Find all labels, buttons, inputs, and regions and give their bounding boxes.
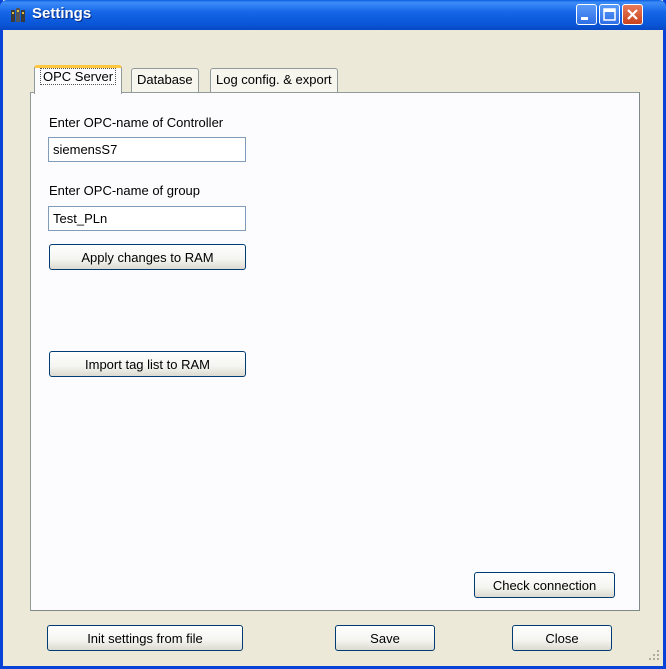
init-settings-button[interactable]: Init settings from file (47, 625, 243, 651)
opc-server-panel: Enter OPC-name of Controller siemensS7 E… (30, 92, 640, 611)
tab-log-config-export[interactable]: Log config. & export (210, 68, 338, 92)
controller-name-label: Enter OPC-name of Controller (49, 115, 224, 130)
close-icon (627, 9, 638, 20)
group-name-label: Enter OPC-name of group (49, 183, 201, 198)
settings-window-icon (10, 7, 26, 23)
import-tag-list-button[interactable]: Import tag list to RAM (49, 351, 246, 377)
tab-label: Log config. & export (216, 72, 332, 87)
title-bar[interactable]: Settings (0, 0, 666, 30)
group-name-input[interactable]: Test_PLn (48, 206, 246, 231)
settings-window: Settings OPC Server Database Log config.… (0, 0, 666, 669)
maximize-button[interactable] (599, 4, 620, 25)
close-window-button[interactable] (622, 4, 643, 25)
resize-grip-icon[interactable] (647, 648, 661, 662)
minimize-button[interactable] (576, 4, 597, 25)
close-button[interactable]: Close (512, 625, 612, 651)
controller-name-input[interactable]: siemensS7 (48, 137, 246, 162)
check-connection-button[interactable]: Check connection (474, 572, 615, 598)
tab-database[interactable]: Database (131, 68, 199, 92)
minimize-icon (581, 17, 588, 20)
tab-opc-server[interactable]: OPC Server (34, 65, 123, 94)
maximize-icon (603, 8, 616, 21)
save-button[interactable]: Save (335, 625, 435, 651)
tab-label: Database (137, 72, 193, 87)
apply-changes-button[interactable]: Apply changes to RAM (49, 244, 246, 270)
tab-label: OPC Server (40, 68, 117, 85)
window-title: Settings (32, 5, 92, 22)
